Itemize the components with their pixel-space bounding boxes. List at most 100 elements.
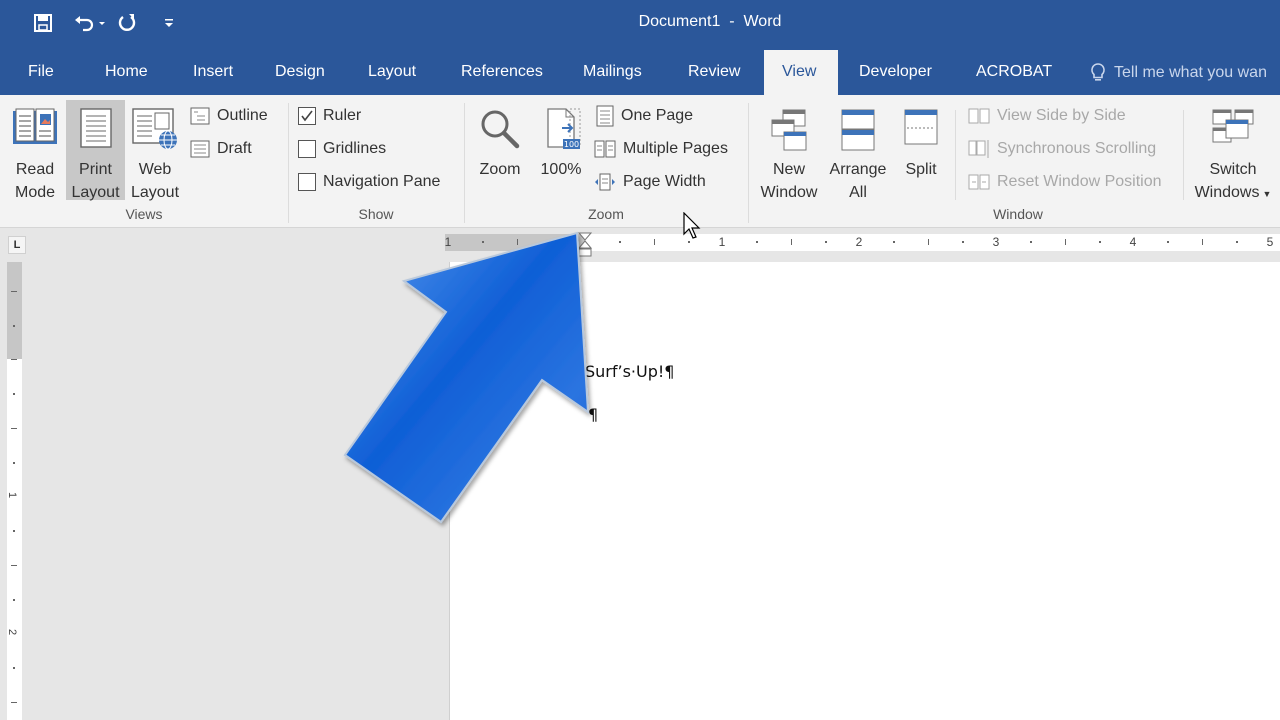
split-icon [904,109,938,145]
mouse-cursor-icon [683,212,701,239]
vertical-ruler-tick [11,701,17,703]
tab-design[interactable]: Design [275,50,325,95]
tab-references[interactable]: References [461,50,543,95]
switch-windows-label-2: Windows ▼ [1190,181,1276,206]
ruler-checkbox-box[interactable] [298,107,316,125]
vertical-ruler-tick [13,667,15,670]
tab-mailings[interactable]: Mailings [583,50,642,95]
web-layout-label-1: Web [138,161,172,178]
gridlines-checkbox-box[interactable] [298,140,316,158]
navigation-pane-checkbox[interactable]: Navigation Pane [298,170,440,194]
reset-window-position-button[interactable]: Reset Window Position [968,170,1162,194]
zoom-100-badge: 100 [564,140,579,149]
vertical-ruler-tick [11,427,17,429]
page-width-icon [595,173,615,191]
tell-me-text: Tell me what you wan [1114,63,1267,81]
ruler-tick [1098,241,1101,243]
web-layout-label-2: Layout [130,184,180,201]
ruler-bar: L 1 1 2 3 4 5 [0,228,1280,258]
synchronous-scrolling-button[interactable]: Synchronous Scrolling [968,137,1156,161]
vertical-ruler-number: 1 [6,491,19,499]
vertical-ruler-tick [13,530,15,533]
vertical-ruler-tick [11,359,17,360]
vertical-ruler[interactable]: 12 [6,262,22,720]
vertical-ruler-tick [13,324,15,327]
zoom-100-label: 100% [540,161,582,178]
tab-layout[interactable]: Layout [368,50,416,95]
ruler-tick [550,241,553,243]
ruler-checkbox[interactable]: Ruler [298,104,361,128]
print-layout-label-1: Print [79,161,112,178]
ruler-tick [927,239,929,245]
zoom-button[interactable]: Zoom [472,100,528,200]
vertical-ruler-number: 2 [6,628,19,636]
tab-acrobat[interactable]: ACROBAT [976,50,1052,95]
split-button[interactable]: Split [895,100,947,200]
zoom-group-label: Zoom [588,206,624,222]
synchronous-scrolling-label: Synchronous Scrolling [997,140,1157,157]
show-group-label: Show [358,206,394,222]
navigation-pane-checkbox-box[interactable] [298,173,316,191]
one-page-label: One Page [621,107,694,124]
group-separator [464,103,465,223]
view-side-by-side-button[interactable]: View Side by Side [968,104,1126,128]
window-group-label: Window [993,206,1043,222]
document-line-empty[interactable]: ¶ [588,405,598,424]
new-window-label-2: Window [760,184,818,201]
read-mode-icon [13,108,57,144]
ruler-label: Ruler [323,107,362,124]
one-page-button[interactable]: One Page [596,104,693,128]
ruler-tick [482,241,485,243]
vertical-ruler-top-margin [7,262,22,359]
side-by-side-icon [968,108,990,124]
group-separator [288,103,289,223]
inner-separator [1183,110,1184,200]
tab-developer[interactable]: Developer [859,50,932,95]
outline-button[interactable]: Outline [190,104,268,128]
vertical-ruler-tick [13,461,15,464]
arrange-all-button[interactable]: Arrange All [826,100,890,201]
checkmark-icon [301,110,313,122]
print-layout-button[interactable]: Print Layout [66,100,125,201]
page-100-icon: 100 [547,108,581,149]
web-layout-icon [132,108,177,150]
ruler-number: 2 [855,235,863,249]
vertical-ruler-tick [13,393,15,396]
ruler-tick [1064,239,1066,245]
read-mode-label-1: Read [15,161,55,178]
multiple-pages-icon [594,140,616,158]
switch-windows-button[interactable]: Switch Windows ▼ [1190,100,1276,201]
multiple-pages-button[interactable]: Multiple Pages [594,137,728,161]
vertical-ruler-tick [11,290,17,292]
ruler-tick [790,239,792,245]
draft-button[interactable]: Draft [190,137,252,161]
read-mode-button[interactable]: Read Mode [5,100,65,201]
tab-file[interactable]: File [28,50,54,95]
ruler-left-margin [445,234,585,251]
ruler-tick [756,241,759,243]
web-layout-button[interactable]: Web Layout [126,100,184,201]
document-page[interactable]: Surf’s·Up!¶ ¶ [449,262,1280,720]
outline-icon [190,107,210,125]
ruler-tick [1167,241,1170,243]
gridlines-label: Gridlines [323,140,387,157]
tab-selector-button[interactable]: L [8,236,26,254]
indent-marker[interactable] [578,232,592,258]
page-width-button[interactable]: Page Width [594,170,706,194]
ruler-tick [653,239,655,245]
tab-insert[interactable]: Insert [193,50,233,95]
gridlines-checkbox[interactable]: Gridlines [298,137,386,161]
zoom-100-button[interactable]: 100 100% [534,100,588,200]
horizontal-ruler[interactable]: 1 1 2 3 4 5 [445,234,1280,251]
tab-home[interactable]: Home [105,50,148,95]
vertical-ruler-tick [13,598,15,601]
document-line-title[interactable]: Surf’s·Up!¶ [585,362,674,381]
new-window-button[interactable]: New Window [756,100,822,201]
ruler-tick [961,241,964,243]
tab-review[interactable]: Review [688,50,740,95]
ruler-tick [1030,241,1033,243]
synchronous-scrolling-icon [968,140,989,158]
ruler-tick [619,241,622,243]
tell-me-search[interactable]: Tell me what you wan [1090,50,1267,95]
tab-view[interactable]: View [764,50,838,95]
